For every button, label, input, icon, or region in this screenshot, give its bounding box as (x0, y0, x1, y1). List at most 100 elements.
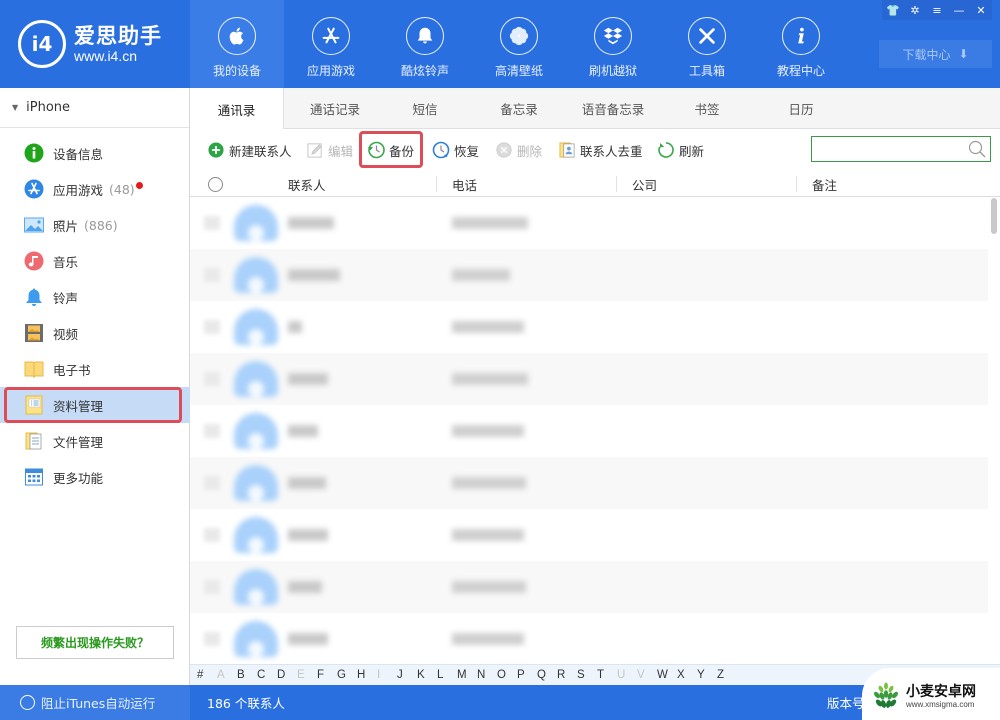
select-all-checkbox[interactable] (208, 176, 223, 192)
device-selector[interactable]: ▼ iPhone (0, 88, 189, 128)
tab-calendar[interactable]: 日历 (754, 88, 848, 129)
app-name: 爱思助手 (74, 24, 162, 48)
settings-gear-icon[interactable]: ✲ (904, 0, 926, 20)
dedupe-contacts-button[interactable]: 联系人去重 (558, 139, 643, 161)
alphabet-letter-d[interactable]: D (277, 669, 297, 681)
alphabet-letter-s[interactable]: S (577, 669, 597, 681)
alphabet-letter-l[interactable]: L (437, 669, 457, 681)
row-checkbox[interactable] (204, 476, 220, 490)
contact-row[interactable] (190, 405, 988, 457)
minimize-icon[interactable]: — (948, 0, 970, 20)
tab-contacts[interactable]: 通讯录 (190, 88, 284, 130)
column-header-company[interactable]: 公司 (632, 171, 657, 197)
sidebar-item-music[interactable]: 音乐 (0, 243, 190, 279)
alphabet-letter-j[interactable]: J (397, 669, 417, 681)
alphabet-letter-hash[interactable]: # (197, 669, 217, 681)
nav-wallpapers[interactable]: 高清壁纸 (472, 0, 566, 88)
nav-ringtones[interactable]: 酷炫铃声 (378, 0, 472, 88)
contact-row[interactable] (190, 561, 988, 613)
contact-row[interactable] (190, 249, 988, 301)
nav-apps-games[interactable]: 应用游戏 (284, 0, 378, 88)
frequent-failure-help-button[interactable]: 频繁出现操作失败？ (16, 626, 174, 659)
contact-phone-blurred (452, 425, 524, 437)
download-center-button[interactable]: 下载中心 ⬇ (879, 40, 992, 68)
alphabet-letter-m[interactable]: M (457, 669, 477, 681)
scrollbar-thumb[interactable] (991, 198, 997, 234)
tab-sms[interactable]: 短信 (378, 88, 472, 129)
alphabet-letter-k[interactable]: K (417, 669, 437, 681)
sidebar-item-ebooks[interactable]: 电子书 (0, 351, 190, 387)
close-icon[interactable]: ✕ (970, 0, 992, 20)
data-tabs: 通讯录 通话记录 短信 备忘录 语音备忘录 书签 日历 (190, 88, 1000, 130)
contact-avatar-icon (234, 413, 278, 449)
tab-call-history[interactable]: 通话记录 (288, 88, 382, 129)
search-input[interactable] (812, 137, 962, 161)
backup-button[interactable]: 备份 (367, 139, 414, 161)
refresh-button[interactable]: 刷新 (657, 139, 704, 161)
row-checkbox[interactable] (204, 528, 220, 542)
contact-row[interactable] (190, 613, 988, 664)
alphabet-letter-f[interactable]: F (317, 669, 337, 681)
contact-phone-blurred (452, 321, 524, 333)
sidebar-item-ringtones[interactable]: 铃声 (0, 279, 190, 315)
alphabet-letter-x[interactable]: X (677, 669, 697, 681)
sidebar-item-apps[interactable]: 应用游戏 (48) (0, 171, 190, 207)
contacts-table-header: 联系人 电话 公司 备注 (190, 171, 1000, 197)
alphabet-letter-c[interactable]: C (257, 669, 277, 681)
row-checkbox[interactable] (204, 632, 220, 646)
column-header-contact[interactable]: 联系人 (288, 171, 326, 197)
sidebar-item-photos[interactable]: 照片 (886) (0, 207, 190, 243)
contact-row[interactable] (190, 353, 988, 405)
alphabet-letter-h[interactable]: H (357, 669, 377, 681)
contact-row[interactable] (190, 301, 988, 353)
alphabet-letter-q[interactable]: Q (537, 669, 557, 681)
sidebar-item-file-management[interactable]: 文件管理 (0, 423, 190, 459)
block-itunes-autorun-toggle[interactable]: 阻止iTunes自动运行 (20, 685, 155, 720)
search-icon[interactable] (968, 140, 986, 158)
alphabet-letter-r[interactable]: R (557, 669, 577, 681)
alphabet-letter-t[interactable]: T (597, 669, 617, 681)
new-contact-button[interactable]: 新建联系人 (207, 139, 292, 161)
row-checkbox[interactable] (204, 216, 220, 230)
column-header-notes[interactable]: 备注 (812, 171, 837, 197)
tab-voice-memos[interactable]: 语音备忘录 (566, 88, 660, 129)
alphabet-letter-u: U (617, 669, 626, 681)
nav-flash-jailbreak[interactable]: 刷机越狱 (566, 0, 660, 88)
nav-toolbox[interactable]: 工具箱 (660, 0, 754, 88)
alphabet-letter-z[interactable]: Z (717, 669, 737, 681)
edit-button[interactable]: 编辑 (306, 139, 353, 161)
vertical-scrollbar[interactable] (988, 197, 1000, 664)
skin-icon[interactable]: 👕 (882, 0, 904, 20)
column-header-phone[interactable]: 电话 (452, 171, 477, 197)
alphabet-letter-w[interactable]: W (657, 669, 677, 681)
row-checkbox[interactable] (204, 268, 220, 282)
alphabet-letter-b[interactable]: B (237, 669, 257, 681)
alphabet-letter-o[interactable]: O (497, 669, 517, 681)
row-checkbox[interactable] (204, 580, 220, 594)
nav-my-device[interactable]: 我的设备 (190, 0, 284, 88)
alphabet-letter-y[interactable]: Y (697, 669, 717, 681)
contact-row[interactable] (190, 509, 988, 561)
sidebar-item-device-info[interactable]: 设备信息 (0, 135, 190, 171)
row-checkbox[interactable] (204, 424, 220, 438)
contact-phone-blurred (452, 477, 526, 489)
nav-tutorials[interactable]: 教程中心 (754, 0, 848, 88)
sidebar-item-videos[interactable]: 视频 (0, 315, 190, 351)
menu-icon[interactable]: ≡ (926, 0, 948, 20)
contact-row[interactable] (190, 197, 988, 249)
contact-phone-blurred (452, 581, 526, 593)
sidebar: ▼ iPhone 设备信息 应用游戏 (48) 照片 (886) 音乐 铃声 视… (0, 88, 190, 685)
contact-count: 186 个联系人 (207, 696, 285, 711)
alphabet-letter-n[interactable]: N (477, 669, 497, 681)
tab-bookmarks[interactable]: 书签 (660, 88, 754, 129)
alphabet-letter-p[interactable]: P (517, 669, 537, 681)
row-checkbox[interactable] (204, 320, 220, 334)
contact-row[interactable] (190, 457, 988, 509)
sidebar-item-more-functions[interactable]: 更多功能 (0, 459, 190, 495)
tab-notes[interactable]: 备忘录 (472, 88, 566, 129)
row-checkbox[interactable] (204, 372, 220, 386)
alphabet-letter-g[interactable]: G (337, 669, 357, 681)
restore-button[interactable]: 恢复 (432, 139, 479, 161)
sidebar-item-data-management[interactable]: 资料管理 (0, 387, 190, 423)
delete-button[interactable]: 删除 (495, 139, 542, 161)
